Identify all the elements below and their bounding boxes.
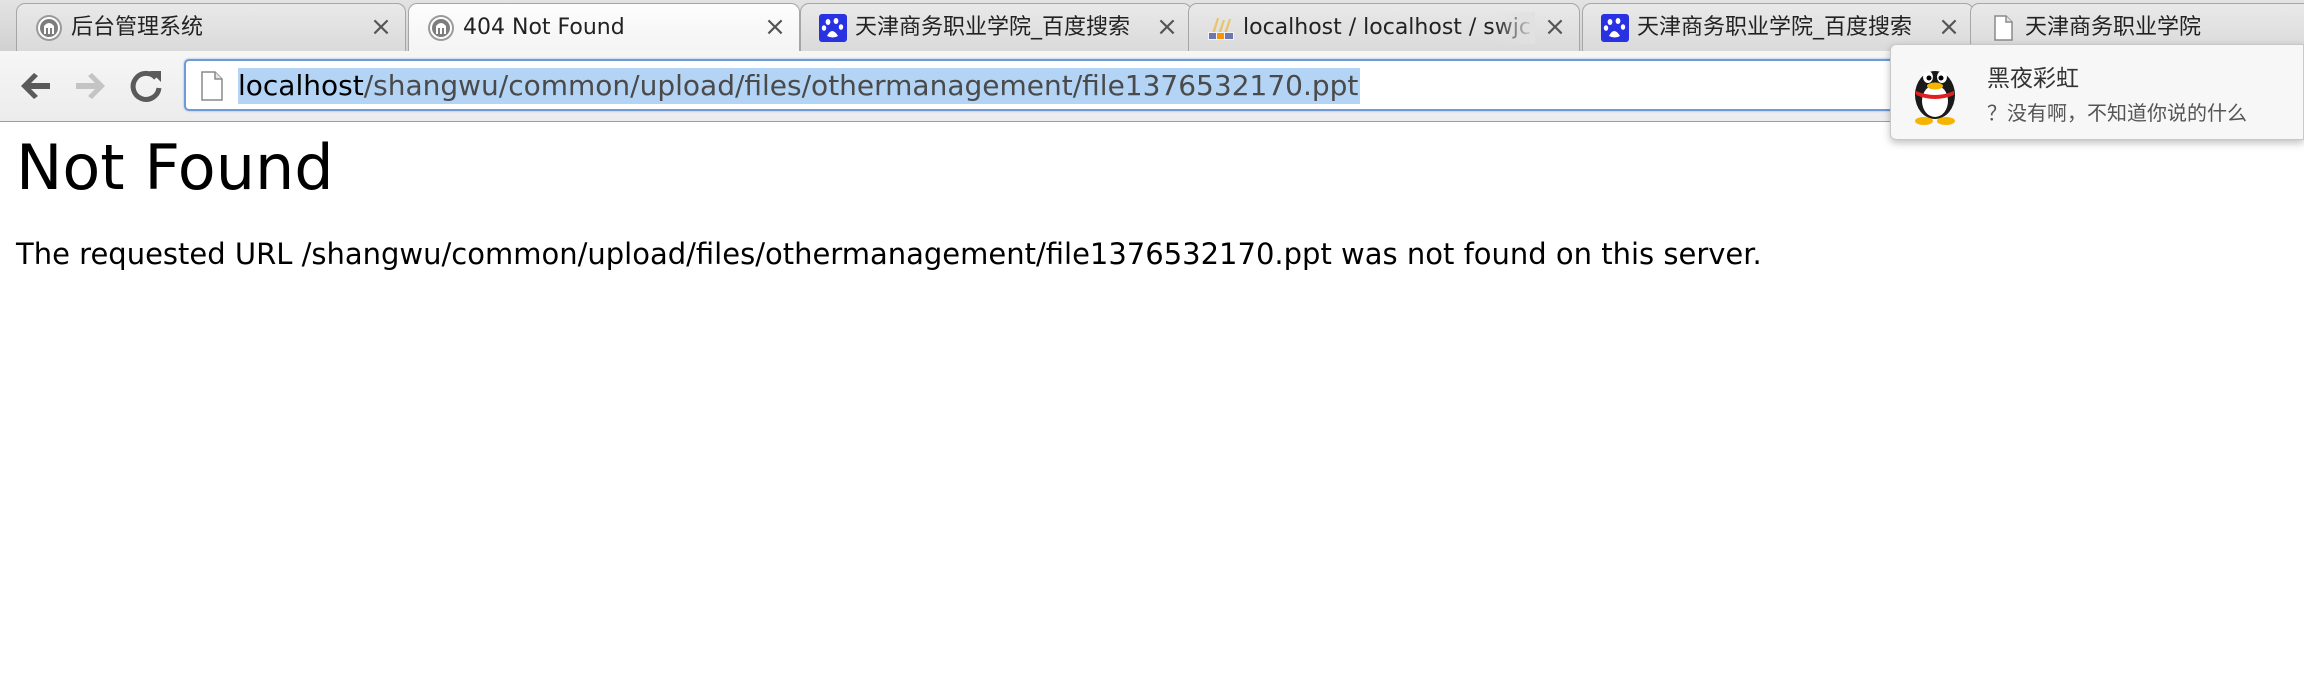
- url-host: localhost: [238, 69, 364, 102]
- tab-baidu-search-1[interactable]: 天津商务职业学院_百度搜索 ×: [800, 3, 1192, 51]
- tab-title: 后台管理系统: [71, 15, 204, 40]
- tab-title: 天津商务职业学院_百度搜索: [855, 15, 1131, 40]
- tab-title: 404 Not Found: [463, 15, 625, 40]
- tab-404-not-found[interactable]: 404 Not Found ×: [408, 3, 800, 51]
- tab-title: localhost / localhost / swjc: [1243, 12, 1535, 44]
- tab-close-button[interactable]: ×: [1543, 12, 1567, 42]
- phpmyadmin-icon: [1208, 18, 1234, 40]
- tab-close-button[interactable]: ×: [369, 12, 393, 42]
- qq-message-notification[interactable]: 黑夜彩虹 ？没有啊，不知道你说的什么: [1890, 44, 2304, 140]
- address-bar-url[interactable]: localhost/shangwu/common/upload/files/ot…: [238, 68, 1361, 104]
- qq-penguin-icon: [1915, 71, 1955, 125]
- forward-arrow-icon[interactable]: [70, 66, 110, 106]
- tab-title: 天津商务职业学院: [2025, 15, 2202, 40]
- baidu-paw-icon: [1601, 14, 1629, 42]
- tab-close-button[interactable]: ×: [1937, 12, 1961, 42]
- page-heading: Not Found: [16, 131, 334, 204]
- error-message: The requested URL /shangwu/common/upload…: [16, 237, 1762, 271]
- apache-feather-icon: [36, 15, 62, 41]
- back-arrow-icon[interactable]: [16, 66, 56, 106]
- tab-close-button[interactable]: ×: [1155, 12, 1179, 42]
- url-path: /shangwu/common/upload/files/othermanage…: [363, 69, 1359, 102]
- tab-title: 天津商务职业学院_百度搜索: [1637, 15, 1913, 40]
- baidu-paw-icon: [819, 14, 847, 42]
- notification-message: ？没有啊，不知道你说的什么: [1987, 101, 2247, 125]
- notification-sender: 黑夜彩虹: [1987, 66, 2079, 92]
- page-content: Not Found The requested URL /shangwu/com…: [0, 122, 2304, 674]
- tab-admin-system[interactable]: 后台管理系统 ×: [16, 3, 406, 51]
- blank-page-icon: [1994, 15, 2013, 41]
- tab-close-button[interactable]: ×: [763, 12, 787, 42]
- apache-feather-icon: [428, 15, 454, 41]
- tab-phpmyadmin[interactable]: localhost / localhost / swjc ×: [1188, 3, 1580, 51]
- page-icon: [201, 71, 223, 101]
- reload-icon[interactable]: [126, 66, 166, 106]
